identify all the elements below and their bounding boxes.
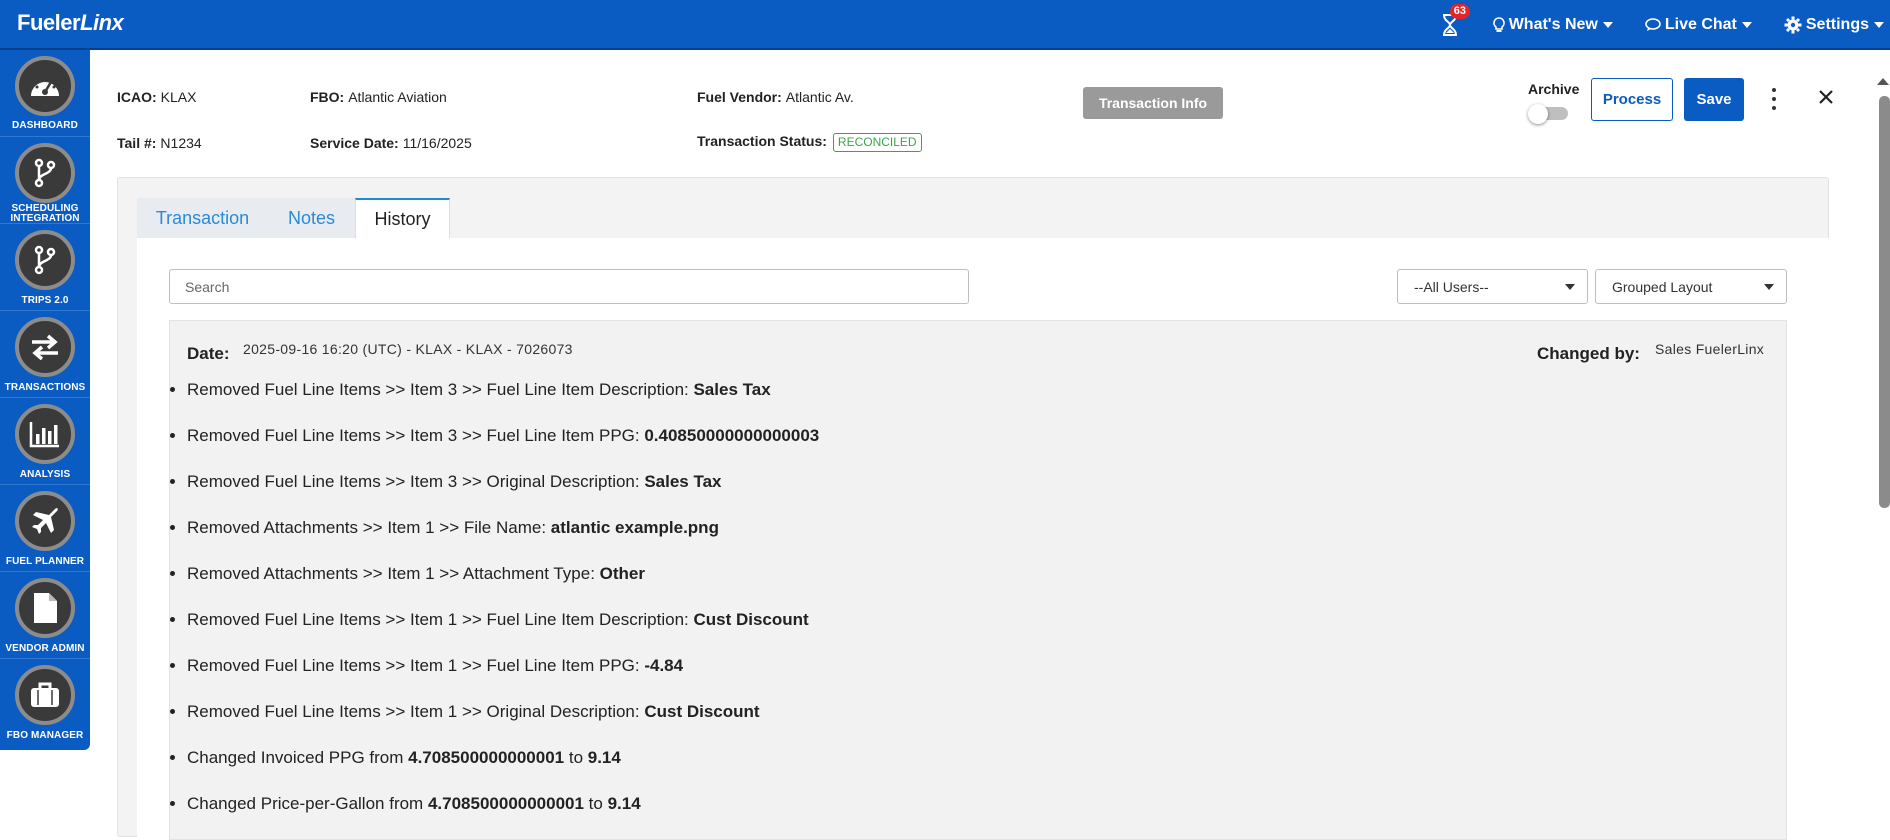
whats-new-label: What's New xyxy=(1508,16,1598,33)
transaction-status-field: Transaction Status: RECONCILED xyxy=(697,133,922,152)
user-filter-select[interactable]: --All Users-- xyxy=(1397,269,1588,304)
list-item: Removed Fuel Line Items >> Item 3 >> Fue… xyxy=(187,380,819,426)
list-item: Removed Fuel Line Items >> Item 3 >> Fue… xyxy=(187,426,819,472)
branch-icon xyxy=(15,143,75,203)
service-date-field: Service Date: 11/16/2025 xyxy=(310,135,472,151)
more-options-icon[interactable] xyxy=(1767,88,1781,110)
chevron-down-icon xyxy=(1764,284,1774,290)
icao-label: ICAO: xyxy=(117,89,157,105)
sidebar-item-trips[interactable]: TRIPS 2.0 xyxy=(0,224,90,311)
fuel-vendor-label: Fuel Vendor: xyxy=(697,89,782,105)
chevron-down-icon xyxy=(1874,22,1884,28)
settings-label: Settings xyxy=(1805,16,1869,33)
logo-text-a: Fueler xyxy=(17,10,81,35)
fbo-label: FBO: xyxy=(310,89,345,105)
archive-label: Archive xyxy=(1528,81,1580,97)
sidebar-label: FUEL PLANNER xyxy=(5,556,85,567)
transaction-info-button[interactable]: Transaction Info xyxy=(1083,87,1223,119)
sidebar-item-analysis[interactable]: ANALYSIS xyxy=(0,398,90,485)
notifications-button[interactable]: 63 xyxy=(1437,4,1470,38)
settings-menu[interactable]: Settings xyxy=(1784,16,1884,34)
logo-text-b: Linx xyxy=(80,10,124,35)
dashboard-gauge-icon xyxy=(15,56,75,116)
document-icon xyxy=(15,578,75,638)
briefcase-icon xyxy=(15,665,75,725)
fuel-vendor-value: Atlantic Av. xyxy=(785,89,854,105)
live-chat-label: Live Chat xyxy=(1664,16,1737,33)
sidebar-item-fbo-manager[interactable]: FBO MANAGER xyxy=(0,659,90,746)
sidebar-item-transactions[interactable]: TRANSACTIONS xyxy=(0,311,90,398)
tab-notes[interactable]: Notes xyxy=(268,198,355,238)
service-date-value: 11/16/2025 xyxy=(402,135,472,151)
bar-chart-icon xyxy=(15,404,75,464)
list-item: Removed Attachments >> Item 1 >> Attachm… xyxy=(187,564,819,610)
changed-by-value: Sales FuelerLinx xyxy=(1655,341,1765,357)
list-item: Changed Price-per-Gallon from 4.70850000… xyxy=(187,794,819,840)
sidebar-label: TRANSACTIONS xyxy=(4,382,86,393)
sidebar-item-dashboard[interactable]: DASHBOARD xyxy=(0,50,90,137)
layout-select[interactable]: Grouped Layout xyxy=(1595,269,1787,304)
sidebar-label: FBO MANAGER xyxy=(6,730,84,741)
close-icon[interactable] xyxy=(1818,89,1834,105)
list-item: Removed Fuel Line Items >> Item 1 >> Fue… xyxy=(187,656,819,702)
tail-field: Tail #: N1234 xyxy=(117,135,202,151)
change-list: Removed Fuel Line Items >> Item 3 >> Fue… xyxy=(170,380,819,840)
tab-history[interactable]: History xyxy=(355,198,450,238)
branch-icon xyxy=(15,230,75,290)
layout-value: Grouped Layout xyxy=(1612,278,1713,295)
user-filter-value: --All Users-- xyxy=(1414,278,1489,295)
sidebar-label: DASHBOARD xyxy=(12,120,78,131)
gear-icon xyxy=(1784,16,1802,34)
process-button[interactable]: Process xyxy=(1591,78,1673,121)
status-badge: RECONCILED xyxy=(832,133,922,152)
toggle-knob xyxy=(1528,104,1548,124)
exchange-arrows-icon xyxy=(15,317,75,377)
sidebar-item-scheduling-integration[interactable]: SCHEDULING INTEGRATION xyxy=(0,137,90,224)
transaction-status-label: Transaction Status: xyxy=(697,133,827,149)
tail-value: N1234 xyxy=(160,135,202,151)
history-date-value: 2025-09-16 16:20 (UTC) - KLAX - KLAX - 7… xyxy=(243,341,573,357)
sidebar-label: TRIPS 2.0 xyxy=(21,295,69,306)
fuelerlinx-logo[interactable]: FuelerLinx xyxy=(17,10,124,36)
sidebar-item-vendor-admin[interactable]: VENDOR ADMIN xyxy=(0,572,90,659)
list-item: Changed Invoiced PPG from 4.708500000000… xyxy=(187,748,819,794)
whats-new-menu[interactable]: What's New xyxy=(1492,16,1613,34)
service-date-label: Service Date: xyxy=(310,135,399,151)
top-right-menu: 63 What's New Live Chat Settings xyxy=(1437,0,1890,50)
sidebar-label: VENDOR ADMIN xyxy=(5,643,85,654)
top-navbar: FuelerLinx 63 What's New Live Chat Setti… xyxy=(0,0,1890,50)
tab-transaction[interactable]: Transaction xyxy=(137,198,268,238)
icao-value: KLAX xyxy=(160,89,197,105)
airplane-icon xyxy=(15,491,75,551)
scroll-up-arrow-icon[interactable] xyxy=(1877,78,1889,85)
history-search-input[interactable] xyxy=(169,269,969,304)
fbo-field: FBO: Atlantic Aviation xyxy=(310,89,447,105)
list-item: Removed Fuel Line Items >> Item 1 >> Ori… xyxy=(187,702,819,748)
fbo-value: Atlantic Aviation xyxy=(348,89,447,105)
chevron-down-icon xyxy=(1741,22,1752,28)
save-button[interactable]: Save xyxy=(1684,78,1744,121)
live-chat-menu[interactable]: Live Chat xyxy=(1645,16,1752,34)
list-item: Removed Fuel Line Items >> Item 1 >> Fue… xyxy=(187,610,819,656)
notification-count-badge: 63 xyxy=(1449,4,1470,19)
chevron-down-icon xyxy=(1565,284,1575,290)
sidebar-label: SCHEDULING INTEGRATION xyxy=(10,203,80,224)
archive-toggle[interactable] xyxy=(1528,104,1570,124)
list-item: Removed Attachments >> Item 1 >> File Na… xyxy=(187,518,819,564)
icao-field: ICAO: KLAX xyxy=(117,89,196,105)
chevron-down-icon xyxy=(1602,22,1613,28)
sidebar: DASHBOARD SCHEDULING INTEGRATION TRIPS 2… xyxy=(0,50,90,750)
list-item: Removed Fuel Line Items >> Item 3 >> Ori… xyxy=(187,472,819,518)
scrollbar-thumb[interactable] xyxy=(1879,96,1890,508)
fuel-vendor-field: Fuel Vendor: Atlantic Av. xyxy=(697,89,854,105)
tail-label: Tail #: xyxy=(117,135,157,151)
chat-icon xyxy=(1645,18,1661,31)
history-date-label: Date: xyxy=(187,344,230,363)
lightbulb-icon xyxy=(1492,17,1505,32)
changed-by-label: Changed by: xyxy=(1537,344,1640,363)
sidebar-item-fuel-planner[interactable]: FUEL PLANNER xyxy=(0,485,90,572)
sidebar-label: ANALYSIS xyxy=(19,469,71,480)
